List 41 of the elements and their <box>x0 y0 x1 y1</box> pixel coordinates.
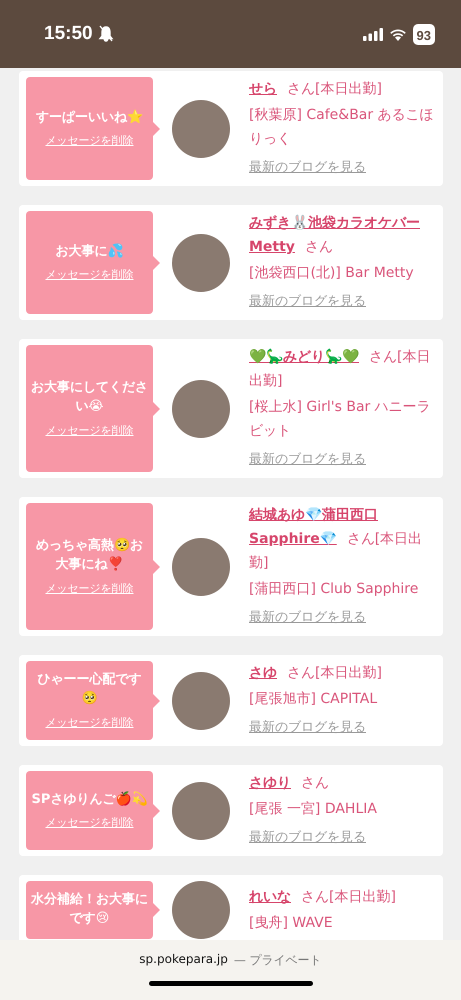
delete-message-link[interactable]: メッセージを削除 <box>46 267 134 282</box>
shop-location-text: [池袋西口(北)] Bar Metty <box>249 264 415 283</box>
message-text: SPさゆりんご🍎💫 <box>32 790 148 809</box>
delete-message-link[interactable]: メッセージを削除 <box>46 580 134 596</box>
cast-name-text: せら さん[本日出勤] <box>249 80 383 99</box>
blog-link[interactable]: 最新のブログを見る <box>249 290 435 314</box>
bell-slash-icon <box>98 25 114 43</box>
message-text: お大事に💦 <box>56 242 124 261</box>
cast-name-text: 結城あゆ💎蒲田西口Sapphire💎 さん[本日出勤] <box>249 506 424 573</box>
message-text: ひゃーー心配です🥺 <box>36 671 142 708</box>
shop-location-text: [秋葉原] Cafe&Bar あるこほりっく <box>249 106 435 149</box>
private-mode-text: — プライベート <box>234 952 322 969</box>
blog-link[interactable]: 最新のブログを見る <box>249 716 435 740</box>
shop-location-text: [尾張 一宮] DAHLIA <box>249 800 378 819</box>
signal-icon <box>362 28 383 40</box>
battery-indicator: 93 <box>412 24 435 44</box>
domain-text: sp.pokepara.jp <box>139 952 228 968</box>
message-text: お大事にしてください😭 <box>30 379 149 416</box>
shop-location-text: [尾張旭市] CAPITAL <box>249 690 378 709</box>
home-indicator[interactable] <box>148 981 312 986</box>
shop-location-text: [桜上水] Girl's Bar ハニーラビット <box>249 398 432 441</box>
blog-link[interactable]: 最新のブログを見る <box>249 448 435 472</box>
delete-message-link[interactable]: メッセージを削除 <box>46 714 134 730</box>
delete-message-link[interactable]: メッセージを削除 <box>46 815 134 830</box>
cast-name-text: みずき🐰池袋カラオケバーMetty さん <box>249 214 421 257</box>
shop-location-text: [曳舟] WAVE <box>249 914 334 933</box>
cast-name-text: 💚🦕みどり🦕💚 さん[本日出勤] <box>249 348 432 391</box>
message-text: めっちゃ高熱🥺お大事にね❣ <box>35 537 144 574</box>
delete-message-link[interactable]: メッセージを削除 <box>46 133 134 148</box>
message-text: 水分補給！お大事にです😢 <box>30 891 149 928</box>
message-text: すーぱーいいね⭐ <box>36 108 143 127</box>
blog-link[interactable]: 最新のブログを見る <box>249 826 435 850</box>
blog-link[interactable]: 最新のブログを見る <box>249 156 435 180</box>
cast-name-text: さゆ さん[本日出勤] <box>249 664 383 683</box>
cast-name-text: れいな さん[本日出勤] <box>249 888 397 907</box>
wifi-icon <box>388 28 407 40</box>
shop-location-text: [蒲田西口] Club Sapphire <box>249 580 420 599</box>
clock-time: 15:50 <box>44 23 93 45</box>
cast-name-text: さゆり さん <box>249 774 330 793</box>
delete-message-link[interactable]: メッセージを削除 <box>46 422 134 438</box>
blog-link[interactable]: 最新のブログを見る <box>249 606 435 630</box>
